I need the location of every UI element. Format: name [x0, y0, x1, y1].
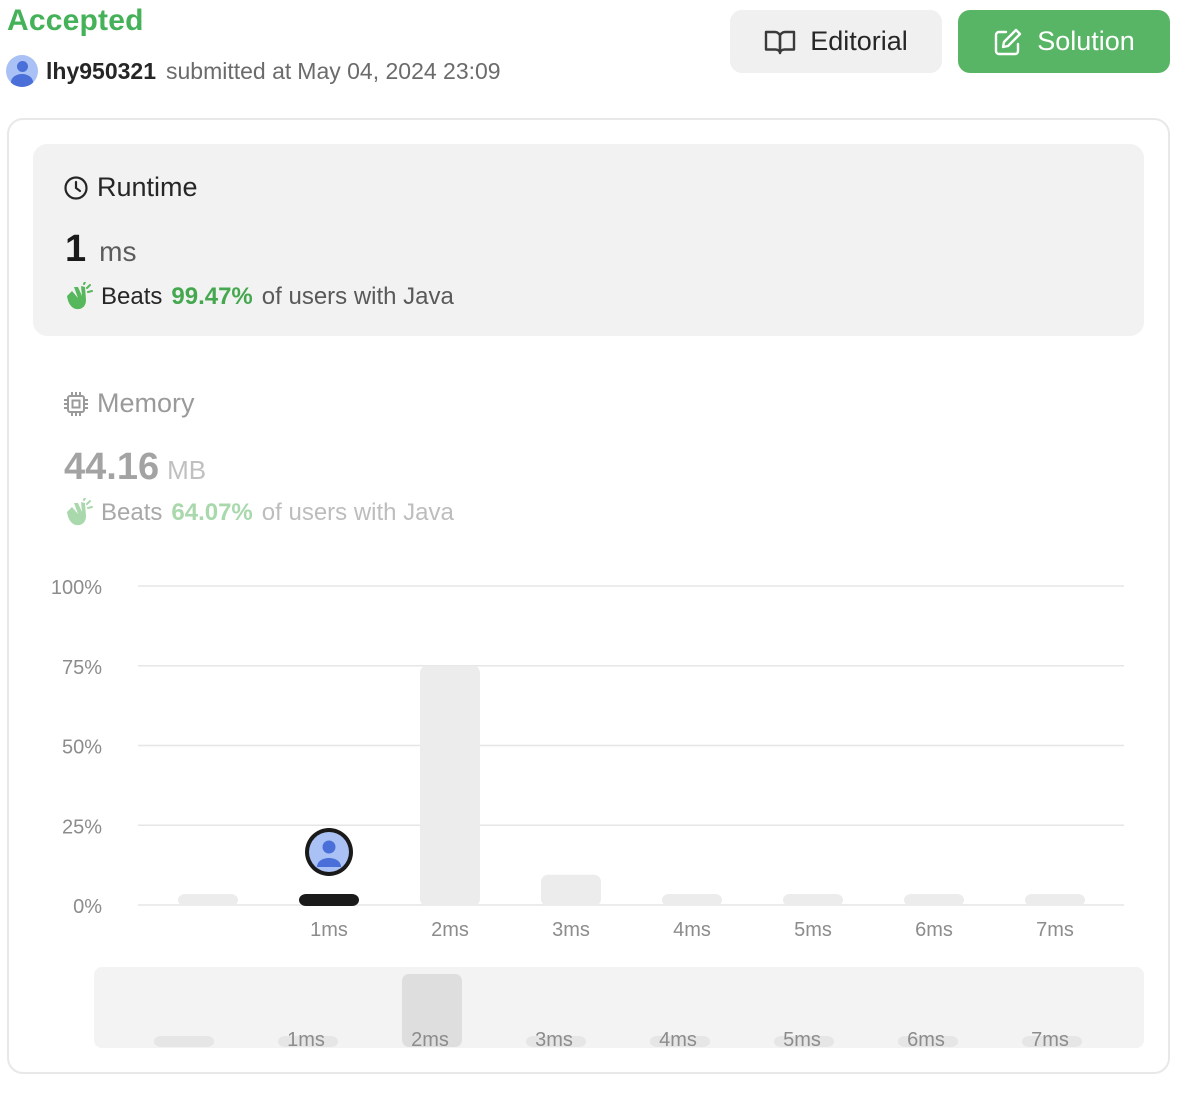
y-tick-label: 25%: [62, 816, 102, 838]
navigator-bar: [154, 1036, 214, 1047]
book-open-icon: [765, 30, 796, 54]
runtime-unit: ms: [99, 236, 137, 267]
x-tick-label: 6ms: [915, 919, 953, 941]
y-tick-label: 75%: [62, 657, 102, 679]
submission-status: Accepted: [7, 4, 144, 37]
navigator-tick-label: 1ms: [287, 1029, 325, 1051]
chart-bar[interactable]: [1025, 894, 1085, 906]
memory-number: 44.16: [64, 446, 160, 488]
cpu-chip-icon: [64, 391, 88, 416]
chart-bar[interactable]: [662, 894, 722, 906]
runtime-title-text: Runtime: [97, 172, 198, 202]
runtime-value: 1 ms: [65, 228, 136, 271]
edit-icon: [995, 28, 1022, 55]
memory-unit: MB: [167, 455, 207, 485]
submission-info: lhy950321 submitted at May 04, 2024 23:0…: [6, 54, 501, 88]
clapping-hands-icon: [67, 282, 93, 310]
editorial-button[interactable]: Editorial: [730, 10, 942, 73]
memory-beats-label: Beats: [101, 499, 163, 526]
x-tick-label: 5ms: [794, 919, 832, 941]
navigator-tick-label: 6ms: [907, 1029, 945, 1051]
navigator-tick-label: 7ms: [1031, 1029, 1069, 1051]
x-tick-label: 2ms: [431, 919, 469, 941]
memory-beats: Beats 64.07% of users with Java: [63, 498, 454, 528]
runtime-beats-suffix: of users with Java: [261, 283, 454, 310]
submitted-prefix: submitted at: [165, 57, 292, 84]
runtime-beats: Beats 99.47% of users with Java: [63, 282, 454, 312]
navigator-tick-label: 4ms: [659, 1029, 697, 1051]
x-tick-label: 4ms: [673, 919, 711, 941]
submitted-date: May 04, 2024 23:09: [297, 57, 501, 84]
chart-bar[interactable]: [299, 894, 359, 906]
chart-bar[interactable]: [783, 894, 843, 906]
username-link[interactable]: lhy950321: [46, 58, 156, 85]
clock-icon: [64, 175, 88, 200]
chart-bar[interactable]: [178, 894, 238, 906]
y-tick-label: 50%: [62, 737, 102, 759]
clapping-hands-icon: [67, 498, 93, 526]
chart-bar[interactable]: [904, 894, 964, 906]
navigator-tick-label: 5ms: [783, 1029, 821, 1051]
runtime-title: Runtime: [63, 172, 198, 203]
runtime-beats-label: Beats: [101, 283, 163, 310]
memory-title-text: Memory: [97, 388, 195, 418]
solution-label: Solution: [1037, 26, 1135, 56]
chart-bar[interactable]: [541, 874, 601, 906]
memory-value: 44.16 MB: [64, 446, 206, 489]
chart-bar[interactable]: [420, 665, 480, 906]
editorial-label: Editorial: [810, 26, 908, 56]
memory-title[interactable]: Memory: [63, 388, 195, 419]
x-tick-label: 3ms: [552, 919, 590, 941]
x-tick-label: 1ms: [310, 919, 348, 941]
user-avatar[interactable]: [6, 55, 38, 87]
y-tick-label: 0%: [73, 896, 102, 918]
solution-button[interactable]: Solution: [958, 10, 1170, 73]
memory-beats-percent: 64.07%: [171, 499, 253, 526]
navigator-tick-label: 3ms: [535, 1029, 573, 1051]
y-tick-label: 100%: [51, 577, 102, 599]
runtime-beats-percent: 99.47%: [171, 283, 253, 310]
memory-beats-suffix: of users with Java: [261, 499, 454, 526]
runtime-number: 1: [65, 228, 87, 270]
x-tick-label: 7ms: [1036, 919, 1074, 941]
navigator-tick-label: 2ms: [411, 1029, 449, 1051]
